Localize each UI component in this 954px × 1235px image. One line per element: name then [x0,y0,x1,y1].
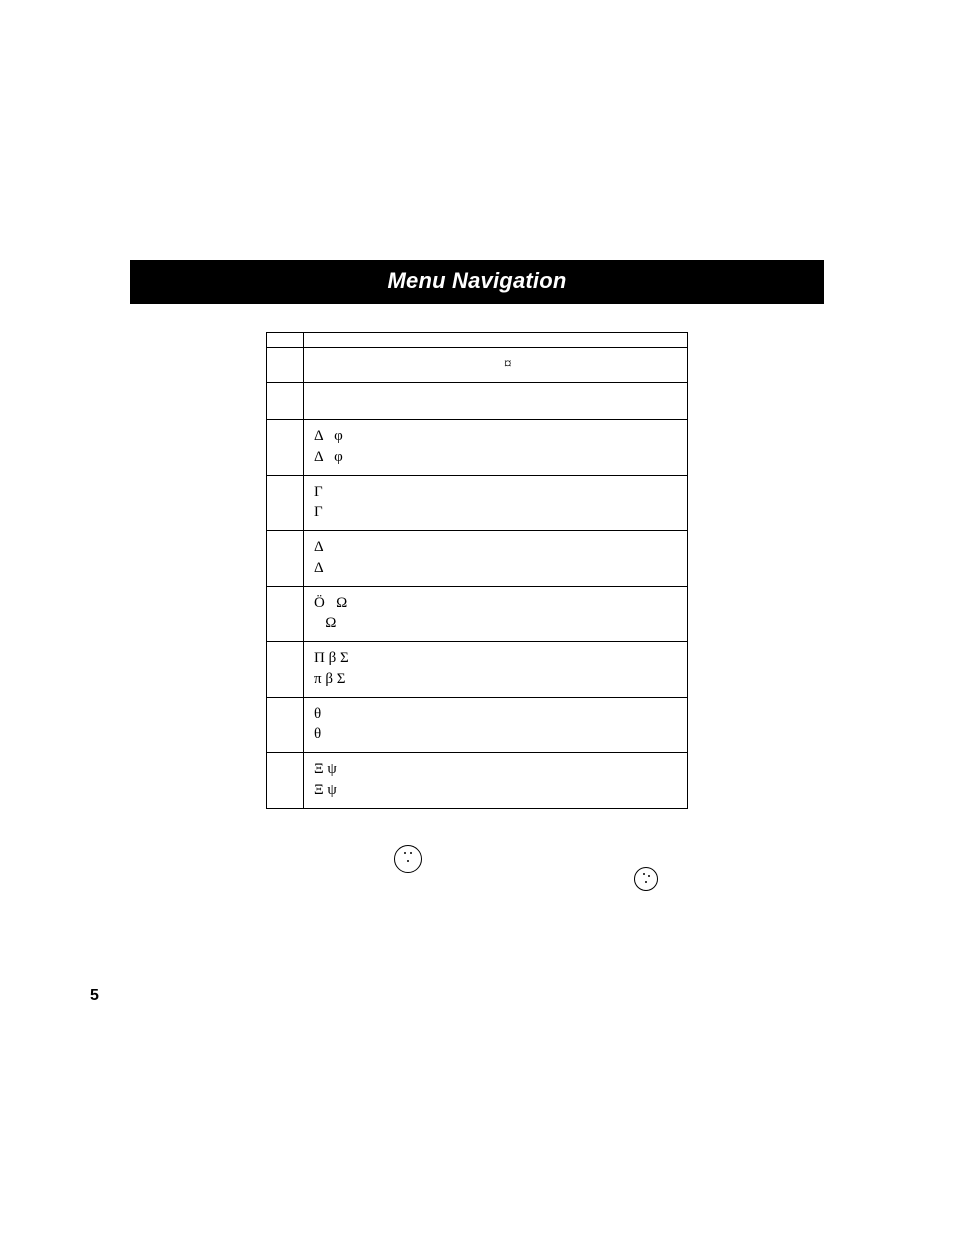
symbol-table: ¤Δ φΔ φΓΓΔΔÖ Ω ΩΠ β Σπ β ΣθθΞ ψΞ ψ [266,332,688,809]
cell-line: Π β Σ [314,648,677,668]
row-content-cell: Δ φΔ φ [304,420,687,475]
table-row: ΔΔ [267,530,687,586]
section-title-bar: Menu Navigation [130,260,824,304]
row-content-cell [304,333,687,347]
row-number-cell [267,753,304,808]
row-content-cell: ΔΔ [304,531,687,586]
row-number-cell [267,348,304,382]
row-number-cell [267,642,304,697]
row-number-cell [267,476,304,531]
cell-line: Ω [314,613,677,633]
table-row: Δ φΔ φ [267,419,687,475]
row-number-cell [267,333,304,347]
row-content-cell: Ξ ψΞ ψ [304,753,687,808]
cell-line: Δ φ [314,426,677,446]
footer-icons [130,845,824,905]
table-row: ¤ [267,347,687,382]
row-number-cell [267,383,304,419]
cell-line: θ [314,724,677,744]
row-number-cell [267,698,304,753]
cell-line: Δ [314,537,677,557]
section-title: Menu Navigation [387,268,566,293]
cell-line: Γ [314,502,677,522]
row-content-cell: Ö Ω Ω [304,587,687,642]
row-content-cell: Π β Σπ β Σ [304,642,687,697]
table-row: Π β Σπ β Σ [267,641,687,697]
cell-line: θ [314,704,677,724]
page-number: 5 [90,987,99,1005]
row-number-cell [267,531,304,586]
table-row [267,382,687,419]
table-row: Ξ ψΞ ψ [267,752,687,808]
cell-line: Γ [314,482,677,502]
row-content-cell: ¤ [304,348,687,382]
nav-circle-icon-1 [394,845,422,873]
nav-circle-icon-2 [634,867,658,891]
cell-line: Δ [314,558,677,578]
table-row: Ö Ω Ω [267,586,687,642]
row-number-cell [267,587,304,642]
table-row: ΓΓ [267,475,687,531]
table-row [267,333,687,347]
cell-line: Δ φ [314,447,677,467]
cell-line: Ξ ψ [314,759,677,779]
row-content-cell: θθ [304,698,687,753]
cell-line: Ö Ω [314,593,677,613]
page: Menu Navigation ¤Δ φΔ φΓΓΔΔÖ Ω ΩΠ β Σπ β… [0,0,954,1235]
row-content-cell: ΓΓ [304,476,687,531]
cell-line: ¤ [504,354,677,374]
cell-line: π β Σ [314,669,677,689]
row-number-cell [267,420,304,475]
cell-line: Ξ ψ [314,780,677,800]
table-row: θθ [267,697,687,753]
row-content-cell [304,383,687,419]
